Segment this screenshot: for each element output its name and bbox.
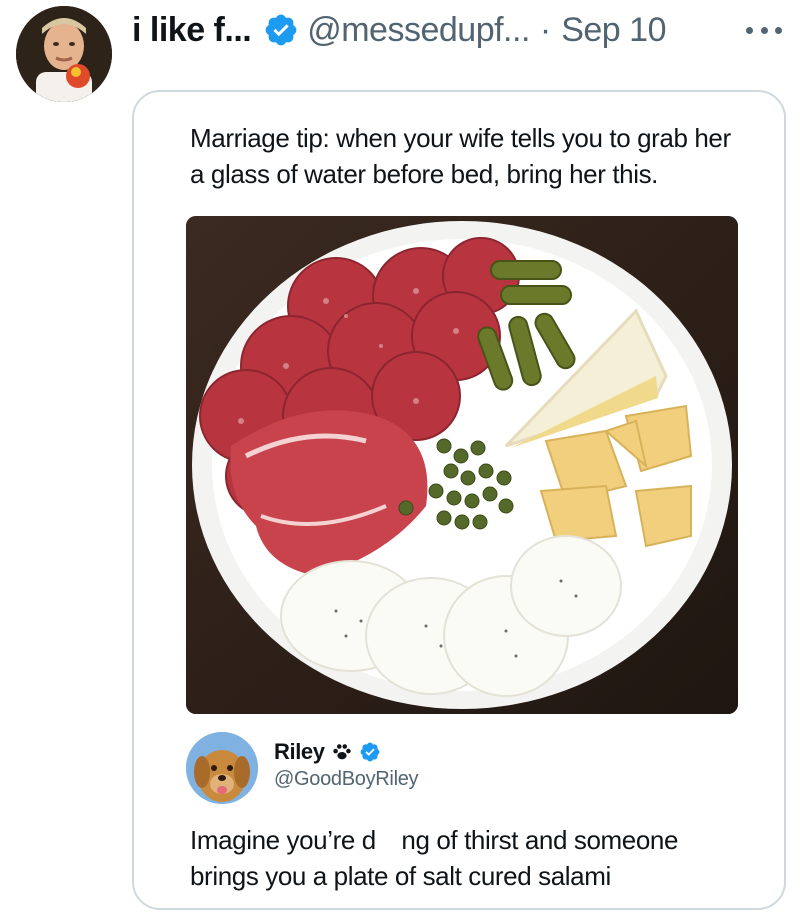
reply-display-name[interactable]: Riley (274, 739, 325, 765)
charcuterie-plate-icon (186, 216, 738, 714)
verified-badge-icon (263, 12, 299, 48)
reply-name-row: Riley (274, 738, 381, 766)
charcuterie-plate-photo[interactable] (186, 216, 738, 714)
golden-retriever-avatar-icon (186, 732, 258, 804)
reply-text: Imagine you’re d ng of thirst and someon… (190, 825, 678, 891)
reply-verified-badge-icon (359, 741, 381, 763)
author-handle[interactable]: @messedupf... (307, 11, 530, 50)
tweet-header: i like f... @messedupf... · Sep 10 (132, 8, 786, 52)
reply-author-avatar[interactable] (186, 732, 258, 804)
tweet-date[interactable]: Sep 10 (561, 11, 666, 50)
more-options-icon[interactable] (742, 12, 786, 48)
separator-dot: · (539, 10, 552, 49)
author-avatar[interactable] (16, 6, 112, 102)
quoted-tweet-card[interactable]: Marriage tip: when your wife tells you t… (132, 90, 786, 910)
quoted-tweet-text: Marriage tip: when your wife tells you t… (190, 123, 731, 189)
chef-avatar-icon (16, 6, 112, 102)
author-display-name[interactable]: i like f... (132, 11, 252, 50)
paw-icon (331, 741, 353, 763)
reply-handle[interactable]: @GoodBoyRiley (274, 768, 419, 791)
